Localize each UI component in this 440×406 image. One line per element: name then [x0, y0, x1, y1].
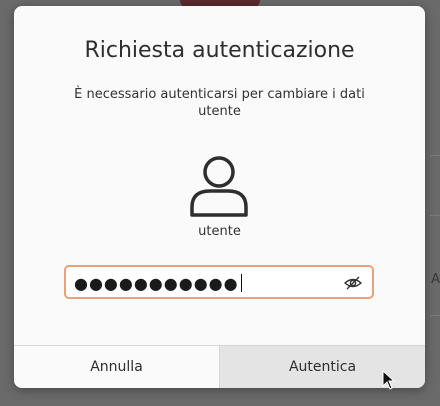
dialog-button-bar: Annulla Autentica: [14, 345, 425, 388]
password-masked-value: ●●●●●●●●●●●: [74, 273, 242, 293]
background-divider: [430, 155, 440, 156]
background-divider: [430, 215, 440, 216]
eye-slash-icon[interactable]: [344, 275, 362, 291]
username-label: utente: [198, 224, 241, 239]
authentication-dialog: Richiesta autenticazione È necessario au…: [14, 6, 425, 388]
background-divider: [430, 315, 440, 316]
user-avatar-icon: [190, 156, 248, 217]
cancel-button[interactable]: Annulla: [14, 346, 220, 388]
password-input[interactable]: ●●●●●●●●●●●: [64, 265, 374, 299]
mouse-pointer-icon: [382, 370, 396, 390]
dialog-message: È necessario autenticarsi per cambiare i…: [74, 87, 365, 119]
dialog-title: Richiesta autenticazione: [84, 38, 355, 63]
background-edge-text: A: [431, 272, 440, 287]
text-caret: [240, 274, 242, 292]
